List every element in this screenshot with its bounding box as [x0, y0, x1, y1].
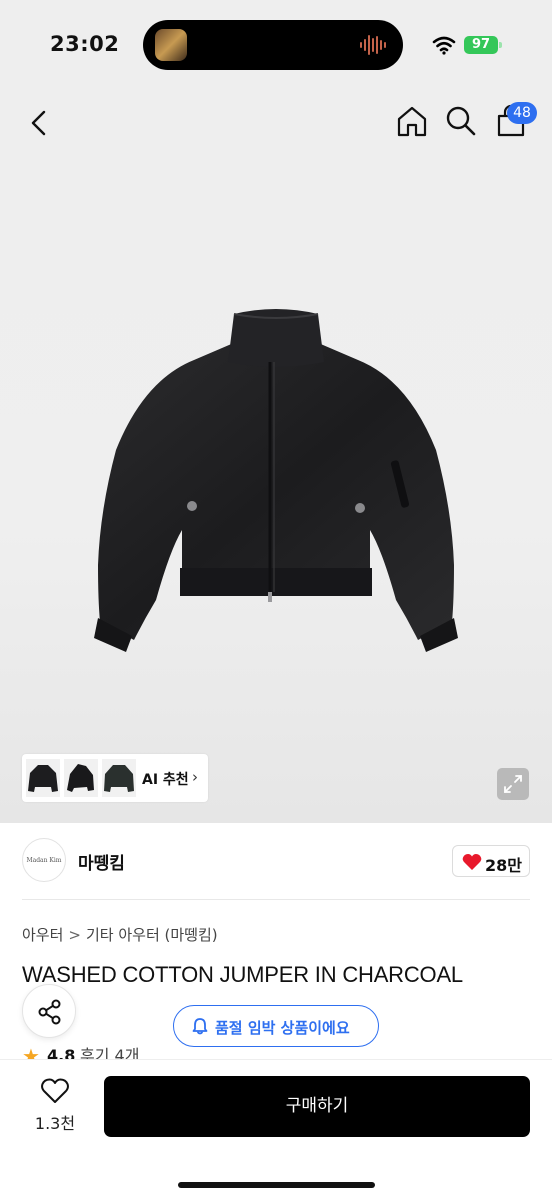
home-icon[interactable] [395, 104, 429, 138]
back-chevron-icon[interactable] [24, 108, 54, 138]
breadcrumb-separator: > [68, 926, 81, 944]
rating-row[interactable]: ★ 4.8 후기 4개 [22, 1046, 222, 1060]
thumbnail-jacket-front[interactable] [26, 759, 60, 797]
cart-count-badge: 48 [507, 102, 537, 124]
expand-image-button[interactable] [497, 768, 529, 800]
status-icons: 97 [432, 33, 502, 57]
soldout-soon-text: 품절 임박 상품이에요 [215, 1019, 350, 1037]
brand-like-count: 28만 [485, 856, 522, 875]
soldout-soon-banner[interactable]: 품절 임박 상품이에요 [173, 1005, 379, 1047]
wishlist-count: 1.3천 [34, 1114, 76, 1133]
expand-icon [504, 775, 522, 793]
product-title: WASHED COTTON JUMPER IN CHARCOAL [22, 962, 463, 987]
star-icon: ★ [22, 1046, 40, 1060]
divider [22, 899, 530, 900]
brand-like-button[interactable]: 28만 [452, 845, 530, 877]
dynamic-island[interactable] [143, 20, 403, 70]
seller-name[interactable]: 마뗑킴 [78, 849, 125, 874]
now-playing-artwork [155, 29, 187, 61]
battery-charging-icon [499, 42, 502, 48]
review-count: 후기 4개 [80, 1046, 140, 1060]
battery-indicator: 97 [464, 36, 498, 54]
search-icon[interactable] [444, 104, 478, 138]
wishlist-button[interactable]: 1.3천 [30, 1078, 80, 1138]
product-photo[interactable] [86, 300, 466, 660]
home-indicator[interactable] [178, 1182, 375, 1188]
thumbnail-jacket-dark[interactable] [102, 759, 136, 797]
waveform-icon [360, 35, 386, 55]
share-button[interactable] [22, 984, 76, 1038]
breadcrumb-level1[interactable]: 아우터 [22, 926, 63, 944]
breadcrumb: 아우터 > 기타 아우터 (마뗑킴) [22, 924, 218, 945]
heart-filled-icon [462, 854, 482, 870]
thumbnail-strip[interactable]: AI 추천 › [22, 754, 208, 802]
buy-button[interactable]: 구매하기 [104, 1076, 530, 1137]
ai-recommend-label[interactable]: AI 추천 [142, 769, 189, 789]
status-bar: 23:02 97 [0, 0, 552, 90]
wifi-icon [432, 36, 456, 55]
thumbnail-jacket-side[interactable] [64, 759, 98, 797]
status-time: 23:02 [50, 32, 120, 56]
rating-score: 4.8 [47, 1046, 76, 1060]
seller-logo[interactable]: Madan Kim [22, 838, 66, 882]
share-icon [38, 999, 61, 1025]
breadcrumb-level2[interactable]: 기타 아우터 (마뗑킴) [86, 926, 218, 944]
heart-outline-icon [41, 1078, 69, 1103]
chevron-right-icon[interactable]: › [192, 768, 198, 786]
bell-icon [192, 1018, 208, 1035]
